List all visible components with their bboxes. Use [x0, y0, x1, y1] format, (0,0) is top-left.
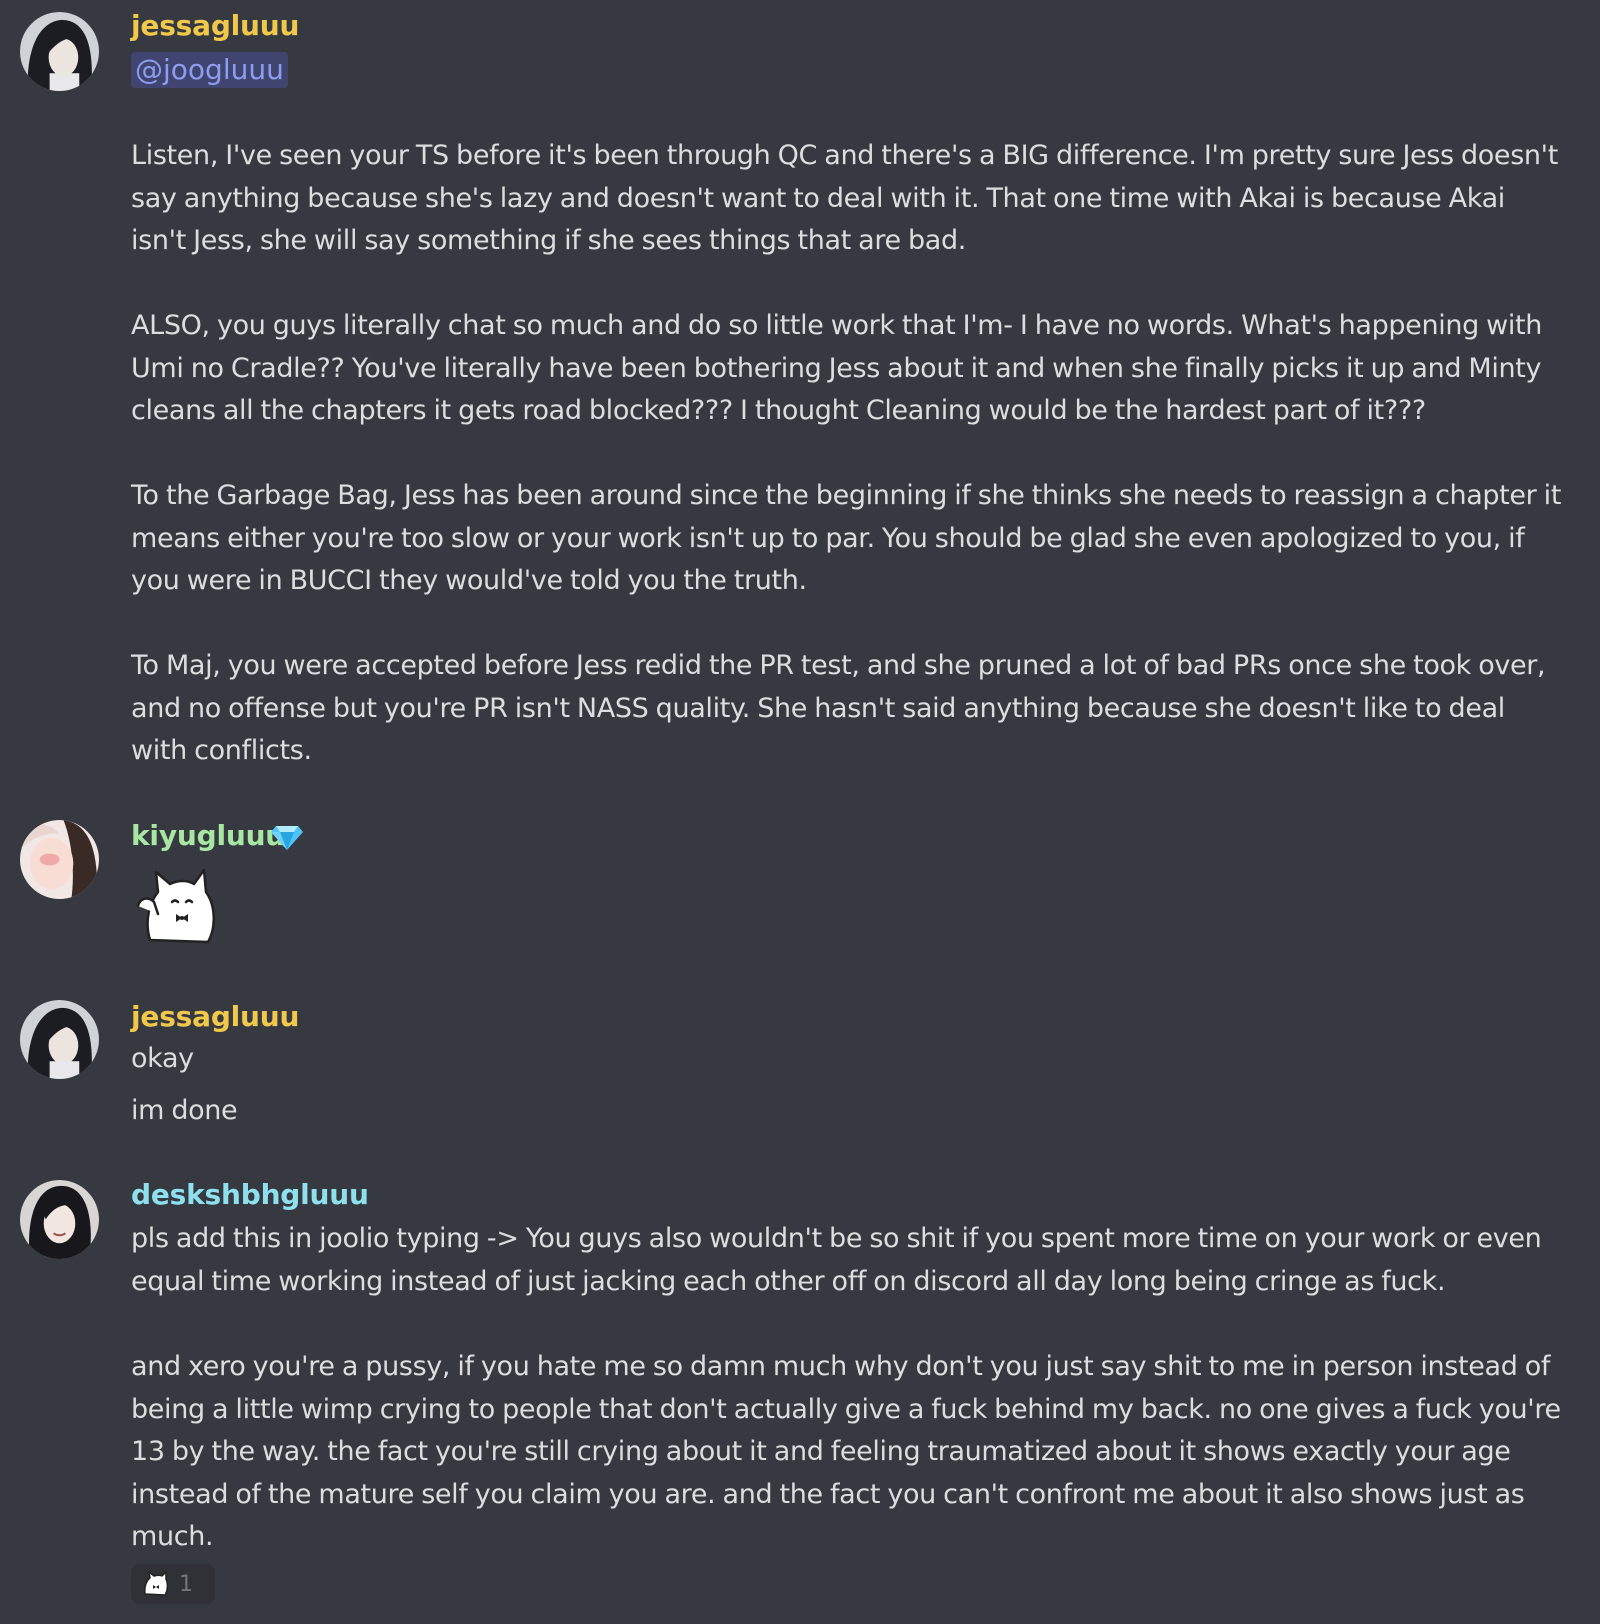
message-text-line: say anything because she's lazy and does…	[131, 182, 1505, 214]
message-text-line: ALSO, you guys literally chat so much an…	[131, 310, 1543, 341]
message-text-line: To Maj, you were accepted before Jess re…	[131, 650, 1546, 681]
message-text-line: with conflicts.	[131, 735, 312, 766]
message-text-line: Listen, I've seen your TS before it's be…	[131, 140, 1558, 171]
message-text-line: im done	[131, 1095, 238, 1126]
user-mention[interactable]: @joogluuu	[131, 52, 288, 88]
username[interactable]: jessagluuu	[131, 999, 299, 1035]
message-text-line: means either you're too slow or your wor…	[131, 522, 1525, 554]
message-paragraph: Listen, I've seen your TS before it's be…	[131, 135, 1561, 263]
cat-sticker-icon[interactable]	[132, 862, 222, 952]
avatar-dark-hair-icon	[20, 12, 99, 91]
avatar-long-hair-icon	[20, 1180, 99, 1259]
reaction-button[interactable]: 1	[131, 1564, 215, 1604]
message-paragraph: im done	[131, 1090, 1561, 1133]
message-paragraph: ALSO, you guys literally chat so much an…	[131, 305, 1561, 433]
message-text-line: and xero you're a pussy, if you hate me …	[131, 1351, 1551, 1382]
message-paragraph: To Maj, you were accepted before Jess re…	[131, 645, 1561, 773]
message-paragraph: To the Garbage Bag, Jess has been around…	[131, 475, 1561, 603]
message-text-line: equal time working instead of just jacki…	[131, 1265, 1446, 1297]
message-text-line: 13 by the way. the fact you're still cry…	[131, 1436, 1511, 1467]
message-paragraph: okay	[131, 1038, 1561, 1081]
message-text-line: you were in BUCCI they would've told you…	[131, 565, 807, 596]
reaction-count: 1	[179, 1571, 193, 1597]
message-text-line: pls add this in joolio typing -> You guy…	[131, 1223, 1542, 1254]
avatar[interactable]	[20, 820, 99, 899]
username[interactable]: kiyugluuu	[131, 818, 285, 854]
message-text-line: cleans all the chapters it gets road blo…	[131, 395, 1426, 426]
message-text-line: much.	[131, 1521, 214, 1552]
message-text-line: To the Garbage Bag, Jess has been around…	[131, 480, 1562, 511]
message-text-line: okay	[131, 1043, 194, 1074]
message-paragraph: and xero you're a pussy, if you hate me …	[131, 1346, 1561, 1559]
message-text-line: isn't Jess, she will say something if sh…	[131, 225, 967, 256]
cat-reaction-icon	[144, 1571, 169, 1596]
message-paragraph: pls add this in joolio typing -> You guy…	[131, 1218, 1561, 1303]
avatar-anime-girl-icon	[20, 820, 99, 899]
avatar[interactable]	[20, 1180, 99, 1259]
avatar[interactable]	[20, 1000, 99, 1079]
username[interactable]: jessagluuu	[131, 8, 299, 44]
message-text-line: being a little wimp crying to people tha…	[131, 1393, 1561, 1425]
avatar[interactable]	[20, 12, 99, 91]
username[interactable]: deskshbhgluuu	[131, 1177, 369, 1213]
message-feed: jessagluuu @joogluuu Listen, I've seen y…	[0, 0, 1600, 1624]
message-text-line: and no offense but you're PR isn't NASS …	[131, 692, 1505, 724]
message-text-line: Umi no Cradle?? You've literally have be…	[131, 352, 1542, 384]
diamond-icon	[271, 826, 303, 850]
avatar-dark-hair-icon	[20, 1000, 99, 1079]
message-text-line: instead of the mature self you claim you…	[131, 1478, 1525, 1510]
